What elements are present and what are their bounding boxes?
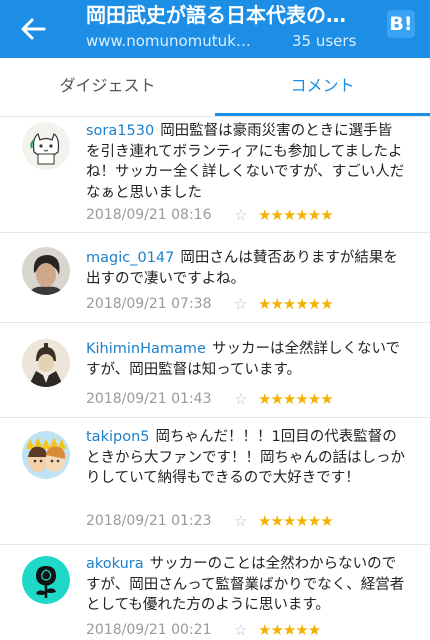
rose-avatar-icon[interactable] xyxy=(22,556,70,604)
comment-body: sora1530 岡田監督は豪雨災害のときに選手皆を引き連れてボランティアにも参加… xyxy=(86,121,406,203)
app-bar: 岡田武史が語る日本代表の… www.nomunomutuk… 35 users … xyxy=(0,0,430,58)
comment-body: KihiminHamame サッカーは全然詳しくないですが、岡田監督は知っています… xyxy=(86,339,406,380)
comment-meta: 2018/09/21 01:23 ☆ ★★★★★★ xyxy=(86,511,334,531)
comment-meta: 2018/09/21 01:43 ☆ ★★★★★★ xyxy=(86,389,334,409)
active-tab-indicator xyxy=(215,113,430,116)
comment-list[interactable]: sora1530 岡田監督は豪雨災害のときに選手皆を引き連れてボランティアにも参加… xyxy=(0,117,430,640)
add-star-icon[interactable]: ☆ xyxy=(234,511,247,531)
add-star-icon[interactable]: ☆ xyxy=(234,205,247,225)
comment-date: 2018/09/21 01:43 xyxy=(86,391,212,407)
hatena-bookmark-button[interactable]: B! xyxy=(387,10,415,38)
comment-body: takipon5 岡ちゃんだ！！！1回目の代表監督のときから大ファンです！！岡ちゃ… xyxy=(86,427,406,489)
illustration-avatar-icon[interactable] xyxy=(22,431,70,479)
add-star-icon[interactable]: ☆ xyxy=(234,294,247,314)
page-title: 岡田武史が語る日本代表の… xyxy=(86,3,346,27)
comment-date: 2018/09/21 07:38 xyxy=(86,296,212,312)
add-star-icon[interactable]: ☆ xyxy=(234,389,247,409)
add-star-icon[interactable]: ☆ xyxy=(234,620,247,640)
comment-item: KihiminHamame サッカーは全然詳しくないですが、岡田監督は知っています… xyxy=(0,322,430,418)
tab-comments[interactable]: コメント xyxy=(215,58,430,114)
comment-item: akokura サッカーのことは全然わからないのですが、岡田さんって監督業ばかりで… xyxy=(0,544,430,640)
person-photo-avatar-icon[interactable] xyxy=(22,247,70,295)
comment-meta: 2018/09/21 00:21 ☆ ★★★★★ xyxy=(86,620,321,640)
tab-digest[interactable]: ダイジェスト xyxy=(0,58,215,114)
comment-meta: 2018/09/21 07:38 ☆ ★★★★★★ xyxy=(86,294,334,314)
comment-body: magic_0147 岡田さんは賛否ありますが結果を出すので凄いですよね。 xyxy=(86,248,406,289)
comment-username[interactable]: akokura xyxy=(86,556,144,572)
comment-item: magic_0147 岡田さんは賛否ありますが結果を出すので凄いですよね。 201… xyxy=(0,232,430,323)
comment-username[interactable]: KihiminHamame xyxy=(86,341,206,357)
star-rating: ★★★★★ xyxy=(258,621,321,639)
title-block: 岡田武史が語る日本代表の… www.nomunomutuk… 35 users xyxy=(86,0,376,58)
comment-date: 2018/09/21 00:21 xyxy=(86,622,212,638)
cat-avatar-icon[interactable] xyxy=(22,122,70,170)
comment-date: 2018/09/21 01:23 xyxy=(86,513,212,529)
tab-bar: ダイジェスト コメント xyxy=(0,58,430,117)
portrait-avatar-icon[interactable] xyxy=(22,339,70,387)
comment-body: akokura サッカーのことは全然わからないのですが、岡田さんって監督業ばかりで… xyxy=(86,554,406,616)
comment-date: 2018/09/21 08:16 xyxy=(86,207,212,223)
star-rating: ★★★★★★ xyxy=(258,295,334,313)
star-rating: ★★★★★★ xyxy=(258,206,334,224)
star-rating: ★★★★★★ xyxy=(258,512,334,530)
bookmark-user-count: 35 users xyxy=(292,32,357,50)
comment-username[interactable]: sora1530 xyxy=(86,123,154,139)
comment-meta: 2018/09/21 08:16 ☆ ★★★★★★ xyxy=(86,205,334,225)
comment-username[interactable]: magic_0147 xyxy=(86,250,174,266)
source-url: www.nomunomutuk… xyxy=(86,32,251,50)
star-rating: ★★★★★★ xyxy=(258,390,334,408)
comment-item: sora1530 岡田監督は豪雨災害のときに選手皆を引き連れてボランティアにも参加… xyxy=(0,117,430,233)
comment-item: takipon5 岡ちゃんだ！！！1回目の代表監督のときから大ファンです！！岡ちゃ… xyxy=(0,417,430,545)
back-arrow-icon[interactable] xyxy=(18,14,48,44)
comment-username[interactable]: takipon5 xyxy=(86,429,150,445)
